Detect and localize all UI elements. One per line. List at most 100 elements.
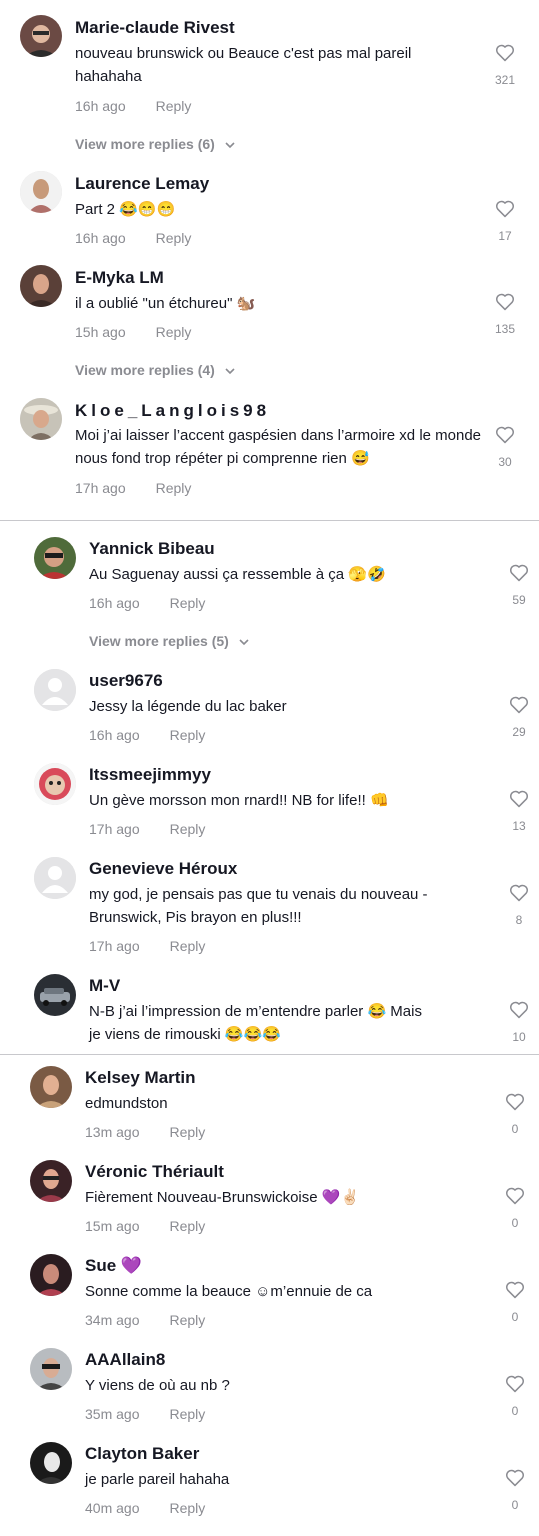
view-more-label: View more replies (6) — [75, 136, 215, 152]
comment-text: edmundston — [85, 1095, 168, 1112]
reply-button[interactable]: Reply — [169, 1218, 205, 1234]
view-more-replies-button[interactable]: View more replies (4) — [75, 362, 235, 378]
comment-username[interactable]: Sue 💜 — [85, 1256, 142, 1276]
heart-outline-icon — [505, 1281, 525, 1299]
reply-button[interactable]: Reply — [170, 727, 206, 743]
like-count: 10 — [512, 1030, 526, 1044]
like-count: 30 — [498, 455, 512, 469]
comment-text: Sonne comme la beauce ☺m’ennuie de ca — [85, 1283, 373, 1300]
comment-username[interactable]: E-Myka LM — [75, 268, 164, 288]
avatar[interactable] — [20, 15, 62, 57]
like-count: 17 — [498, 229, 512, 243]
comment-meta: 15m ago Reply — [85, 1218, 205, 1234]
comment-username[interactable]: Marie-claude Rivest — [75, 18, 235, 38]
reply-button[interactable]: Reply — [169, 1124, 205, 1140]
comment-time: 15m ago — [85, 1218, 140, 1234]
comment-time: 34m ago — [85, 1312, 140, 1328]
reply-button[interactable]: Reply — [170, 821, 206, 837]
heart-outline-icon — [495, 200, 515, 218]
reply-button[interactable]: Reply — [169, 1500, 205, 1516]
reply-button[interactable]: Reply — [156, 324, 192, 340]
avatar[interactable] — [34, 669, 76, 711]
comment-username[interactable]: Yannick Bibeau — [89, 539, 215, 559]
comment-username[interactable]: Kelsey Martin — [85, 1068, 196, 1088]
like-button[interactable]: 0 — [501, 1468, 529, 1512]
avatar[interactable] — [20, 171, 62, 213]
comment-meta: 17h ago Reply — [75, 480, 191, 496]
comment-username[interactable]: Clayton Baker — [85, 1444, 199, 1464]
view-more-replies-button[interactable]: View more replies (5) — [89, 633, 249, 649]
avatar[interactable] — [34, 537, 76, 579]
like-button[interactable]: 0 — [501, 1186, 529, 1230]
like-button[interactable]: 17 — [491, 199, 519, 243]
like-button[interactable]: 59 — [505, 563, 533, 607]
like-count: 59 — [512, 593, 526, 607]
comment-username[interactable]: Véronic Thériault — [85, 1162, 224, 1182]
comment-text: N-B j’ai l’impression de m’entendre parl… — [89, 1003, 422, 1043]
comment-username[interactable]: Laurence Lemay — [75, 174, 209, 194]
avatar[interactable] — [34, 763, 76, 805]
comment-text: Y viens de où au nb ? — [85, 1377, 230, 1394]
comment-text: je parle pareil hahaha — [85, 1471, 230, 1488]
comment-username[interactable]: Kloe_Langlois98 — [75, 401, 270, 421]
chevron-down-icon — [225, 142, 235, 148]
comment-time: 16h ago — [89, 727, 140, 743]
comment-text: Fièrement Nouveau-Brunswickoise 💜✌🏻 — [85, 1189, 360, 1206]
avatar[interactable] — [30, 1348, 72, 1390]
like-button[interactable]: 0 — [501, 1374, 529, 1418]
reply-button[interactable]: Reply — [170, 595, 206, 611]
avatar[interactable] — [30, 1160, 72, 1202]
like-button[interactable]: 29 — [505, 695, 533, 739]
avatar[interactable] — [30, 1066, 72, 1108]
comment-time: 17h ago — [89, 938, 140, 954]
view-more-replies-button[interactable]: View more replies (6) — [75, 136, 235, 152]
like-count: 13 — [512, 819, 526, 833]
reply-button[interactable]: Reply — [169, 1312, 205, 1328]
like-count: 29 — [512, 725, 526, 739]
view-more-label: View more replies (4) — [75, 362, 215, 378]
reply-button[interactable]: Reply — [156, 230, 192, 246]
comment-username[interactable]: M-V — [89, 976, 120, 996]
heart-outline-icon — [505, 1187, 525, 1205]
comment-text: Jessy la légende du lac baker — [89, 698, 287, 715]
comment-text: my god, je pensais pas que tu venais du … — [89, 886, 428, 926]
like-button[interactable]: 10 — [505, 1000, 533, 1044]
like-button[interactable]: 8 — [505, 883, 533, 927]
like-button[interactable]: 30 — [491, 425, 519, 469]
comment-username[interactable]: Genevieve Héroux — [89, 859, 237, 879]
comment-meta: 16h ago Reply — [75, 98, 191, 114]
comment-time: 40m ago — [85, 1500, 140, 1516]
comment-meta: 40m ago Reply — [85, 1500, 205, 1516]
comment-time: 17h ago — [89, 821, 140, 837]
heart-outline-icon — [509, 790, 529, 808]
reply-button[interactable]: Reply — [169, 1406, 205, 1422]
heart-outline-icon — [509, 1001, 529, 1019]
heart-outline-icon — [509, 696, 529, 714]
comment-meta: 34m ago Reply — [85, 1312, 205, 1328]
avatar[interactable] — [30, 1254, 72, 1296]
comment-text: Un gève morsson mon rnard!! NB for life!… — [89, 792, 389, 809]
reply-button[interactable]: Reply — [156, 480, 192, 496]
chevron-down-icon — [239, 639, 249, 645]
like-button[interactable]: 321 — [491, 43, 519, 87]
like-button[interactable]: 0 — [501, 1280, 529, 1324]
reply-button[interactable]: Reply — [156, 98, 192, 114]
avatar[interactable] — [34, 857, 76, 899]
like-button[interactable]: 13 — [505, 789, 533, 833]
reply-button[interactable]: Reply — [170, 938, 206, 954]
like-button[interactable]: 135 — [491, 292, 519, 336]
heart-outline-icon — [505, 1469, 525, 1487]
like-button[interactable]: 0 — [501, 1092, 529, 1136]
comment-meta: 16h ago Reply — [75, 230, 191, 246]
comment-time: 15h ago — [75, 324, 126, 340]
heart-outline-icon — [505, 1093, 525, 1111]
avatar[interactable] — [30, 1442, 72, 1484]
chevron-down-icon — [225, 368, 235, 374]
avatar[interactable] — [34, 974, 76, 1016]
heart-outline-icon — [495, 44, 515, 62]
avatar[interactable] — [20, 398, 62, 440]
avatar[interactable] — [20, 265, 62, 307]
comment-username[interactable]: AAAllain8 — [85, 1350, 165, 1370]
comment-username[interactable]: user9676 — [89, 671, 163, 691]
comment-username[interactable]: Itssmeejimmyy — [89, 765, 211, 785]
